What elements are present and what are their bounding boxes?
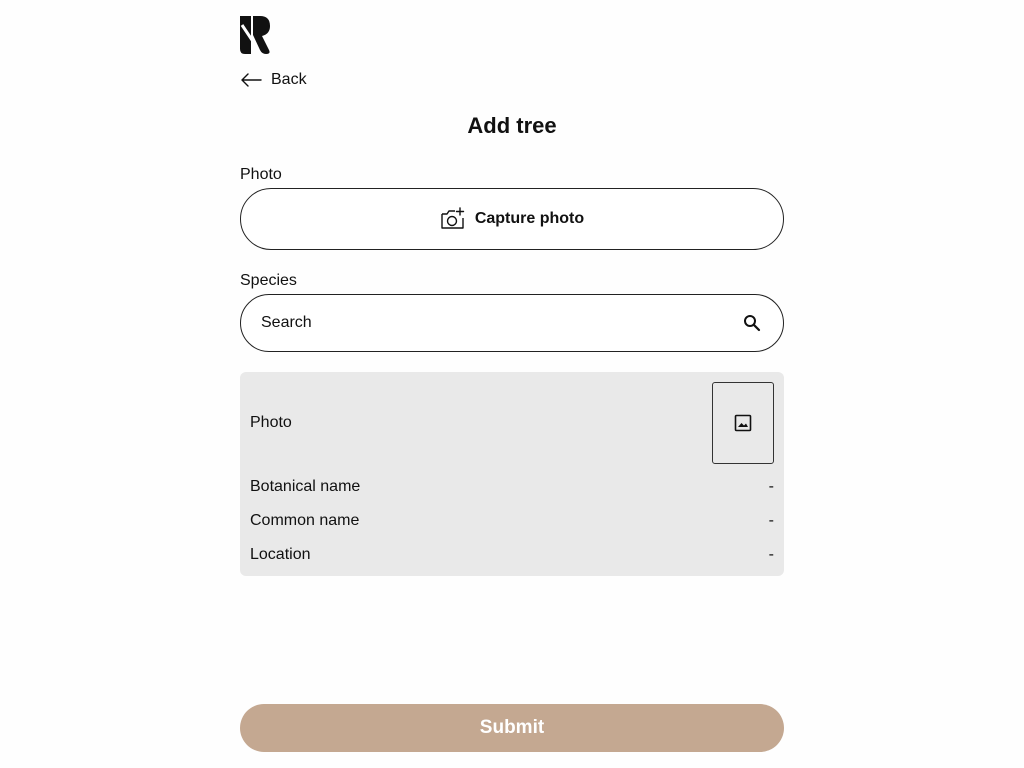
page-title: Add tree bbox=[467, 113, 557, 138]
location-value: - bbox=[768, 546, 774, 563]
species-field-label: Species bbox=[240, 272, 297, 289]
photo-field-label: Photo bbox=[240, 166, 282, 183]
arrow-left-icon bbox=[240, 72, 262, 88]
location-label: Location bbox=[250, 546, 311, 563]
details-photo-row: Photo bbox=[250, 382, 774, 464]
back-button[interactable]: Back bbox=[240, 68, 307, 92]
common-name-label: Common name bbox=[250, 512, 360, 529]
botanical-name-value: - bbox=[768, 478, 774, 495]
details-photo-label: Photo bbox=[250, 414, 292, 431]
form-column: Back Add tree Photo Capture photo Specie… bbox=[240, 0, 784, 768]
image-icon bbox=[734, 414, 752, 432]
species-photo-placeholder bbox=[712, 382, 774, 464]
botanical-name-label: Botanical name bbox=[250, 478, 361, 495]
details-location-row: Location - bbox=[250, 543, 774, 567]
submit-button[interactable]: Submit bbox=[240, 704, 784, 752]
species-details-card: Photo Botanical name - Common name - Loc… bbox=[240, 372, 784, 576]
brand-logo-icon[interactable] bbox=[240, 16, 270, 54]
camera-add-icon bbox=[440, 206, 466, 232]
back-label: Back bbox=[271, 71, 307, 88]
details-common-row: Common name - bbox=[250, 509, 774, 533]
species-search-input[interactable] bbox=[261, 295, 731, 351]
page: Back Add tree Photo Capture photo Specie… bbox=[0, 0, 1024, 768]
capture-photo-label: Capture photo bbox=[474, 210, 585, 227]
species-search-field[interactable] bbox=[240, 294, 784, 352]
common-name-value: - bbox=[768, 512, 774, 529]
search-icon[interactable] bbox=[743, 314, 761, 332]
details-botanical-row: Botanical name - bbox=[250, 475, 774, 499]
capture-photo-button[interactable]: Capture photo bbox=[240, 188, 784, 250]
